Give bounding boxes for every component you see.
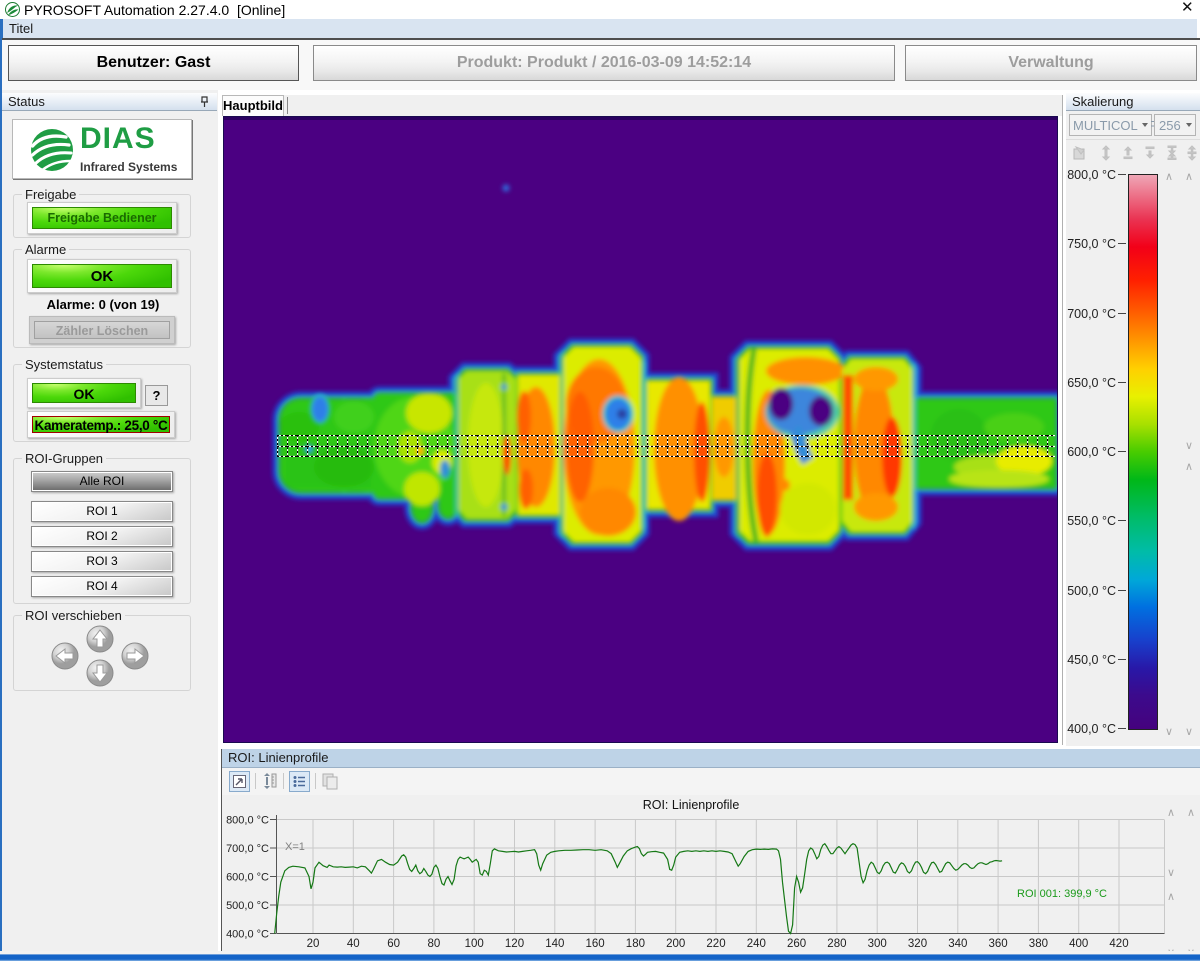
svg-text:100: 100 — [465, 938, 484, 950]
svg-text:700,0 °C: 700,0 °C — [226, 843, 269, 855]
svg-text:280: 280 — [827, 938, 846, 950]
svg-text:220: 220 — [706, 938, 725, 950]
svg-text:140: 140 — [545, 938, 564, 950]
svg-text:160: 160 — [586, 938, 605, 950]
svg-text:340: 340 — [948, 938, 967, 950]
svg-text:420: 420 — [1109, 938, 1128, 950]
svg-text:60: 60 — [387, 938, 400, 950]
svg-text:X=1: X=1 — [285, 841, 305, 853]
svg-text:300: 300 — [868, 938, 887, 950]
svg-text:800,0 °C: 800,0 °C — [226, 815, 269, 827]
svg-text:80: 80 — [428, 938, 441, 950]
svg-text:320: 320 — [908, 938, 927, 950]
svg-text:ROI: Linienprofile: ROI: Linienprofile — [643, 798, 740, 812]
svg-text:500,0 °C: 500,0 °C — [226, 900, 269, 912]
svg-text:120: 120 — [505, 938, 524, 950]
svg-text:400: 400 — [1069, 938, 1088, 950]
svg-text:600,0 °C: 600,0 °C — [226, 872, 269, 884]
svg-text:260: 260 — [787, 938, 806, 950]
svg-text:200: 200 — [666, 938, 685, 950]
svg-text:240: 240 — [747, 938, 766, 950]
svg-text:180: 180 — [626, 938, 645, 950]
svg-text:380: 380 — [1029, 938, 1048, 950]
svg-text:20: 20 — [307, 938, 320, 950]
svg-text:400,0 °C: 400,0 °C — [226, 929, 269, 941]
svg-text:ROI 001: 399,9 °C: ROI 001: 399,9 °C — [1017, 888, 1107, 900]
svg-text:40: 40 — [347, 938, 360, 950]
svg-text:360: 360 — [989, 938, 1008, 950]
